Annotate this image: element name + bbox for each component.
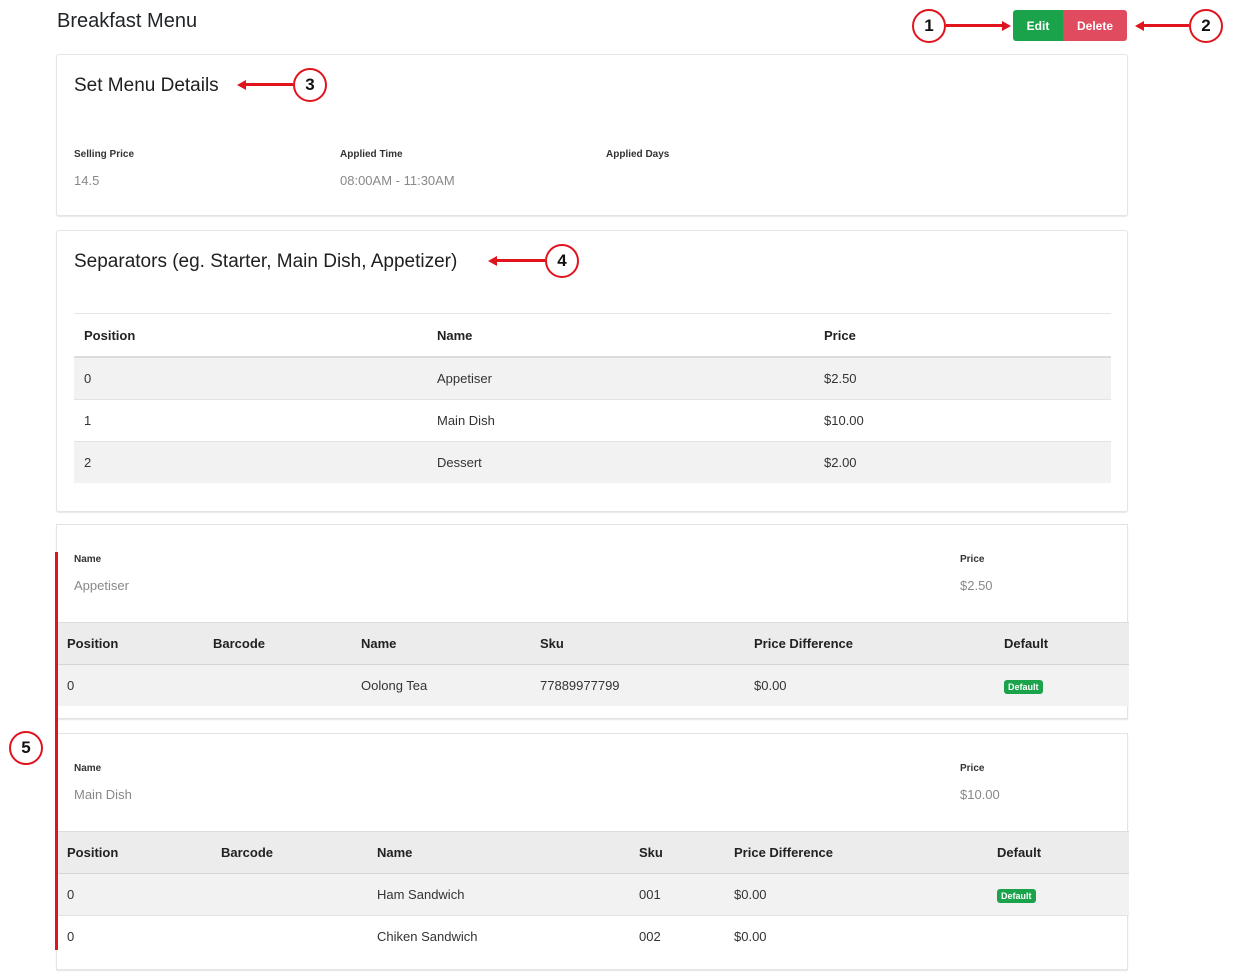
default-cell: Default [987, 873, 1129, 916]
sku-cell: 002 [629, 915, 724, 957]
column-header-name: Name [351, 622, 530, 665]
column-header-default: Default [987, 831, 1129, 874]
table-header-row: Position Barcode Name Sku Price Differen… [57, 831, 1129, 874]
annotation-marker-2: 2 [1189, 9, 1223, 43]
delete-button[interactable]: Delete [1063, 10, 1127, 41]
annotation-arrow-line [946, 24, 1002, 27]
group-name-label: Name [74, 554, 102, 565]
barcode-cell [203, 664, 351, 706]
annotation-arrowhead [1002, 20, 1011, 31]
set-menu-details-title: Set Menu Details [74, 75, 219, 96]
name-cell: Appetiser [427, 357, 814, 400]
table-row: 2 Dessert $2.00 [74, 441, 1111, 483]
annotation-marker-5: 5 [9, 731, 43, 765]
price-difference-cell: $0.00 [744, 664, 994, 706]
separators-card: Separators (eg. Starter, Main Dish, Appe… [56, 230, 1128, 512]
separator-group-card-appetiser: Name Appetiser Price $2.50 Position Barc… [56, 524, 1129, 719]
default-cell: Default [994, 664, 1129, 706]
column-header-price: Price [814, 313, 1111, 358]
column-header-sku: Sku [629, 831, 724, 874]
price-difference-cell: $0.00 [724, 915, 987, 957]
selling-price-label: Selling Price [74, 149, 135, 160]
separator-group-card-main-dish: Name Main Dish Price $10.00 Position Bar… [56, 733, 1129, 970]
annotation-marker-4: 4 [545, 244, 579, 278]
position-cell: 0 [57, 915, 211, 957]
column-header-price-difference: Price Difference [724, 831, 987, 874]
separators-table: Position Name Price 0 Appetiser $2.50 1 … [74, 313, 1111, 483]
table-header-row: Position Barcode Name Sku Price Differen… [57, 622, 1129, 665]
separators-title: Separators (eg. Starter, Main Dish, Appe… [74, 251, 458, 272]
column-header-name: Name [427, 313, 814, 358]
annotation-arrowhead [488, 255, 497, 266]
name-cell: Main Dish [427, 399, 814, 442]
price-difference-cell: $0.00 [724, 873, 987, 916]
annotation-arrowhead [237, 79, 246, 90]
column-header-sku: Sku [530, 622, 744, 665]
edit-button[interactable]: Edit [1013, 10, 1063, 41]
position-cell: 1 [74, 399, 427, 442]
table-row: 1 Main Dish $10.00 [74, 399, 1111, 442]
price-cell: $2.00 [814, 441, 1111, 483]
annotation-arrow-line [246, 83, 293, 86]
annotation-marker-3: 3 [293, 68, 327, 102]
group-price-value: $2.50 [960, 578, 993, 593]
column-header-position: Position [74, 313, 427, 358]
set-menu-details-card: Set Menu Details Selling Price 14.5 Appl… [56, 54, 1128, 216]
applied-time-value: 08:00AM - 11:30AM [340, 173, 455, 188]
annotation-bracket [55, 552, 58, 950]
name-cell: Dessert [427, 441, 814, 483]
selling-price-value: 14.5 [74, 173, 100, 188]
annotation-arrow-line [1144, 24, 1189, 27]
group-name-value: Appetiser [74, 578, 129, 593]
group-price-label: Price [960, 763, 985, 774]
column-header-position: Position [57, 831, 211, 874]
position-cell: 2 [74, 441, 427, 483]
default-cell [987, 915, 1129, 957]
default-badge: Default [997, 888, 1036, 903]
table-row: 0 Ham Sandwich 001 $0.00 Default [57, 873, 1129, 916]
group-items-table: Position Barcode Name Sku Price Differen… [57, 831, 1129, 957]
applied-days-label: Applied Days [606, 149, 670, 160]
table-row: 0 Appetiser $2.50 [74, 357, 1111, 400]
table-row: 0 Oolong Tea 77889977799 $0.00 Default [57, 664, 1129, 706]
column-header-price-difference: Price Difference [744, 622, 994, 665]
name-cell: Oolong Tea [351, 664, 530, 706]
sku-cell: 001 [629, 873, 724, 916]
applied-time-label: Applied Time [340, 149, 403, 160]
column-header-name: Name [367, 831, 629, 874]
position-cell: 0 [57, 873, 211, 916]
position-cell: 0 [74, 357, 427, 400]
table-row: 0 Chiken Sandwich 002 $0.00 [57, 915, 1129, 957]
column-header-default: Default [994, 622, 1129, 665]
annotation-arrowhead [1135, 20, 1144, 31]
barcode-cell [211, 915, 367, 957]
page-title: Breakfast Menu [57, 10, 198, 32]
column-header-barcode: Barcode [203, 622, 351, 665]
position-cell: 0 [57, 664, 203, 706]
barcode-cell [211, 873, 367, 916]
price-cell: $10.00 [814, 399, 1111, 442]
price-cell: $2.50 [814, 357, 1111, 400]
default-badge: Default [1004, 679, 1043, 694]
annotation-arrow-line [497, 259, 545, 262]
name-cell: Chiken Sandwich [367, 915, 629, 957]
group-price-value: $10.00 [960, 787, 1000, 802]
group-price-label: Price [960, 554, 985, 565]
column-header-position: Position [57, 622, 203, 665]
annotation-marker-1: 1 [912, 9, 946, 43]
table-header-row: Position Name Price [74, 313, 1111, 358]
name-cell: Ham Sandwich [367, 873, 629, 916]
group-name-label: Name [74, 763, 102, 774]
action-button-group: Edit Delete [1013, 10, 1127, 41]
column-header-barcode: Barcode [211, 831, 367, 874]
group-name-value: Main Dish [74, 787, 132, 802]
group-items-table: Position Barcode Name Sku Price Differen… [57, 622, 1129, 706]
sku-cell: 77889977799 [530, 664, 744, 706]
